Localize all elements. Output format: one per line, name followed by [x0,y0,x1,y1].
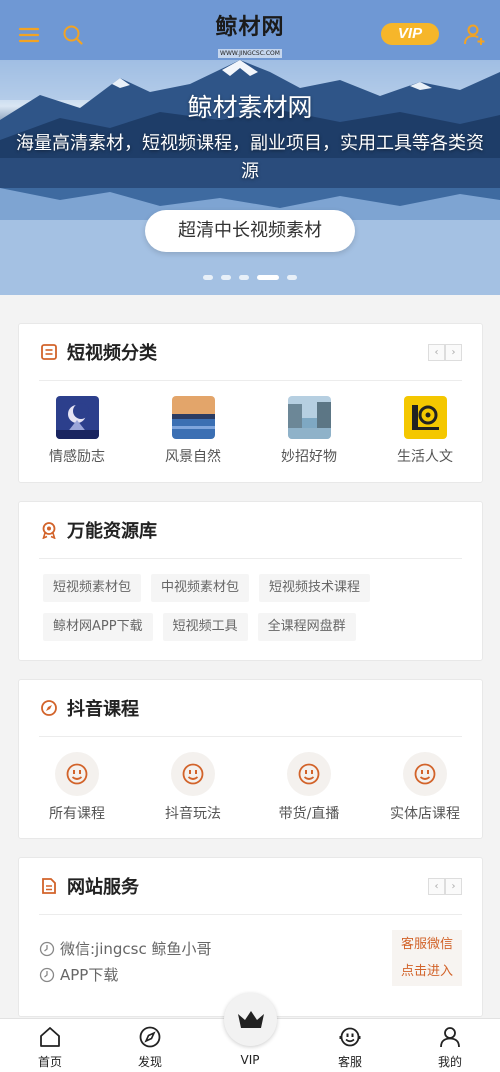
carousel-dot[interactable] [287,275,297,280]
next-arrow-icon[interactable]: › [445,344,462,361]
smile-icon [171,752,215,796]
scenery-thumbnail [171,396,215,439]
course-label: 所有课程 [49,806,105,822]
logo-name: 鲸材网 [215,14,285,40]
course-grid: 所有课程 抖音玩法 带货/直播 实体店课程 [19,752,484,823]
card-header: 万能资源库 [39,502,462,559]
resource-tag[interactable]: 鲸材网APP下载 [43,613,153,641]
smile-icon [403,752,447,796]
carousel-dot-active[interactable] [257,275,279,280]
nav-item-service[interactable]: 客服 [300,1019,400,1072]
nav-item-discover[interactable]: 发现 [100,1019,200,1072]
resource-tag[interactable]: 短视频素材包 [43,574,142,602]
card-header: 网站服务 ‹ › [39,858,462,915]
service-label: APP下载 [60,966,119,984]
search-icon[interactable] [60,22,86,48]
card-header: 短视频分类 ‹ › [39,324,462,381]
pager-arrows: ‹ › [428,878,462,895]
card-title: 万能资源库 [67,521,157,542]
document-icon [39,876,59,896]
prev-arrow-icon[interactable]: ‹ [428,878,445,895]
course-label: 抖音玩法 [165,806,221,822]
short-video-card: 短视频分类 ‹ › 情感励志 风景自然 妙招好物 生活人文 [18,323,483,483]
carousel-dot[interactable] [221,275,231,280]
logo-url: WWW.JINGCSC.COM [218,49,282,58]
user-add-icon[interactable] [462,22,488,48]
customer-service-button[interactable]: 客服微信 点击进入 [392,930,462,986]
carousel-dot[interactable] [239,275,249,280]
smile-icon [287,752,331,796]
hero-title: 鲸材素材网 [187,93,313,122]
crown-icon [237,1010,264,1028]
category-item[interactable]: 情感励志 [19,396,135,466]
compass-icon [39,698,59,718]
nav-label: 首页 [37,1055,62,1069]
tips-thumbnail [287,396,331,439]
category-item[interactable]: 风景自然 [135,396,251,466]
smile-icon [55,752,99,796]
course-item[interactable]: 实体店课程 [367,752,483,823]
hero-banner[interactable]: 鲸材网 WWW.JINGCSC.COM VIP 鲸材素材网 海量高清素材，短视频… [0,0,500,295]
clock-icon [39,941,55,956]
user-icon [440,1027,460,1048]
nav-item-profile[interactable]: 我的 [400,1019,500,1072]
emotion-thumbnail [55,396,99,439]
nav-label: 客服 [337,1055,362,1069]
carousel-dot[interactable] [203,275,213,280]
course-label: 带货/直播 [278,806,340,822]
category-item[interactable]: 生活人文 [367,396,483,466]
top-bar: 鲸材网 WWW.JINGCSC.COM VIP [0,0,500,68]
course-item[interactable]: 抖音玩法 [135,752,251,823]
resource-tag[interactable]: 短视频工具 [162,613,248,641]
pager-arrows: ‹ › [428,344,462,361]
nav-item-home[interactable]: 首页 [0,1019,100,1072]
douyin-course-card: 抖音课程 所有课程 抖音玩法 带货/直播 实体店课程 [18,679,483,839]
award-icon [39,520,59,540]
site-logo[interactable]: 鲸材网 WWW.JINGCSC.COM [200,14,300,59]
resource-tag[interactable]: 中视频素材包 [151,574,250,602]
card-title: 短视频分类 [67,343,157,364]
home-icon [40,1027,60,1047]
hero-cta-button[interactable]: 超清中长视频素材 [145,210,355,252]
compass-icon [139,1026,161,1048]
category-label: 生活人文 [397,449,453,465]
vip-crown-button[interactable] [224,993,277,1046]
list-icon [39,342,59,362]
next-arrow-icon[interactable]: › [445,878,462,895]
category-grid: 情感励志 风景自然 妙招好物 生活人文 [19,396,484,466]
card-header: 抖音课程 [39,680,462,737]
card-title: 网站服务 [67,877,139,898]
contact-line: 客服微信 [400,937,453,952]
prev-arrow-icon[interactable]: ‹ [428,344,445,361]
resource-tag[interactable]: 全课程网盘群 [257,613,356,641]
service-row[interactable]: 微信:jingcsc 鲸鱼小哥 [39,938,212,959]
clock-icon [39,967,55,982]
resource-tags: 短视频素材包 中视频素材包 短视频技术课程 鲸材网APP下载 短视频工具 全课程… [43,574,463,652]
nav-label: 我的 [437,1055,462,1069]
resource-library-card: 万能资源库 短视频素材包 中视频素材包 短视频技术课程 鲸材网APP下载 短视频… [18,501,483,661]
category-label: 情感励志 [49,449,105,465]
course-item[interactable]: 带货/直播 [251,752,367,823]
category-label: 妙招好物 [281,449,337,465]
nav-label: 发现 [137,1055,162,1069]
service-label: 微信:jingcsc 鲸鱼小哥 [60,940,212,958]
contact-line: 点击进入 [400,964,453,979]
carousel-dots [0,275,500,280]
card-title: 抖音课程 [67,699,139,720]
smile-icon [339,1027,361,1047]
nav-label: VIP [240,1053,260,1067]
course-label: 实体店课程 [390,806,460,822]
life-thumbnail [403,396,447,439]
hero-subtitle: 海量高清素材，短视频课程，副业项目，实用工具等各类资源 [16,133,484,182]
category-label: 风景自然 [165,449,221,465]
category-item[interactable]: 妙招好物 [251,396,367,466]
vip-badge-button[interactable]: VIP [381,23,439,45]
resource-tag[interactable]: 短视频技术课程 [259,574,371,602]
course-item[interactable]: 所有课程 [19,752,135,823]
menu-icon[interactable] [16,22,42,48]
service-row[interactable]: APP下载 [39,964,118,985]
